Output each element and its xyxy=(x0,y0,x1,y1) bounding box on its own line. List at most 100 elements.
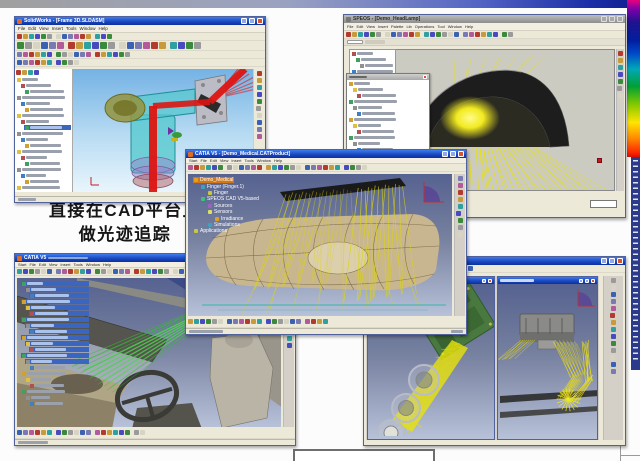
toolbar-icon[interactable] xyxy=(487,32,492,37)
menu-item-window[interactable]: Window xyxy=(257,158,271,163)
toolbar-icon[interactable] xyxy=(397,32,402,37)
toolbar-icon[interactable] xyxy=(41,34,46,39)
toolbar-icon[interactable] xyxy=(508,32,513,37)
spec-tree[interactable]: Demo_MedicalFinger (Finger.1)FingerSPEOS… xyxy=(193,177,260,235)
close-button[interactable] xyxy=(591,279,595,283)
toolbar-icon[interactable] xyxy=(186,42,193,49)
toolbar-icon[interactable] xyxy=(278,165,283,170)
toolbar-icon[interactable] xyxy=(456,211,461,216)
toolbar-icon[interactable] xyxy=(194,319,199,324)
tree-item[interactable] xyxy=(24,125,71,130)
right-tool-strip[interactable] xyxy=(454,174,465,316)
menu-item-view[interactable]: View xyxy=(366,24,375,29)
tree-item[interactable] xyxy=(24,107,71,112)
tree-item[interactable]: Applications xyxy=(193,228,228,234)
maximize-button[interactable] xyxy=(585,279,589,283)
menu-item-edit[interactable]: Edit xyxy=(356,24,363,29)
toolbar-icon[interactable] xyxy=(618,65,623,70)
tree-item[interactable] xyxy=(351,51,394,56)
menu-item-help[interactable]: Help xyxy=(465,24,473,29)
spec-tree[interactable] xyxy=(20,280,90,407)
toolbar-icon[interactable] xyxy=(415,32,420,37)
toolbar-icon[interactable] xyxy=(370,32,375,37)
toolbar-icon[interactable] xyxy=(47,34,52,39)
tree-item[interactable] xyxy=(348,99,428,104)
status-field[interactable] xyxy=(590,200,617,208)
toolbar-icon[interactable] xyxy=(610,355,615,360)
menu-item-tools[interactable]: Tools xyxy=(73,262,82,267)
toolbar-icon[interactable] xyxy=(611,348,616,353)
toolbar-icon[interactable] xyxy=(16,70,21,75)
close-icon[interactable] xyxy=(423,75,427,79)
toolbar-icon[interactable] xyxy=(68,60,73,65)
menu-item-edit[interactable]: Edit xyxy=(39,262,46,267)
toolbar-icon[interactable] xyxy=(41,269,46,274)
menu-item-window[interactable]: Window xyxy=(80,26,96,31)
viewport-side-toolbar[interactable] xyxy=(616,49,624,191)
toolbar-icon[interactable] xyxy=(134,269,139,274)
toolbar-icon[interactable] xyxy=(33,42,40,49)
tree-item[interactable] xyxy=(21,317,89,322)
toolbar-icon[interactable] xyxy=(364,32,369,37)
toolbar-icon[interactable] xyxy=(143,42,150,49)
toolbar-icon[interactable] xyxy=(611,327,616,332)
toolbar-icon[interactable] xyxy=(28,70,33,75)
toolbar-icon[interactable] xyxy=(409,32,414,37)
toolbar-icon[interactable] xyxy=(272,319,277,324)
child-titlebar[interactable] xyxy=(498,277,597,284)
menu-item-window[interactable]: Window xyxy=(86,262,100,267)
toolbar-icon[interactable] xyxy=(86,269,91,274)
toolbar-icon[interactable] xyxy=(125,430,130,435)
tree-item[interactable] xyxy=(348,117,428,122)
toolbar-icon[interactable] xyxy=(29,60,34,65)
menu-item-help[interactable]: Help xyxy=(274,158,282,163)
toolbar-icon[interactable] xyxy=(80,34,85,39)
toolbar-icon[interactable] xyxy=(95,52,100,57)
toolbar-icon[interactable] xyxy=(287,336,292,341)
toolbar-icon[interactable] xyxy=(62,52,67,57)
toolbar-icon[interactable] xyxy=(119,269,124,274)
toolbar-icon[interactable] xyxy=(56,52,61,57)
toolbar-icon[interactable] xyxy=(290,319,295,324)
toolbar-icon[interactable] xyxy=(350,165,355,170)
toolbar-icon[interactable] xyxy=(206,165,211,170)
toolbar-icon[interactable] xyxy=(611,341,616,346)
minimize-button[interactable] xyxy=(601,258,607,264)
menu-item-edit[interactable]: Edit xyxy=(210,158,217,163)
view-tab[interactable] xyxy=(365,40,385,44)
toolbar-icon[interactable] xyxy=(41,430,46,435)
toolbar-icon[interactable] xyxy=(151,42,158,49)
tree-item[interactable] xyxy=(29,401,89,406)
tree-item[interactable] xyxy=(21,281,89,286)
tree-item[interactable] xyxy=(29,347,89,352)
toolbar-icon[interactable] xyxy=(25,42,32,49)
menu-item-tool[interactable]: Tool xyxy=(437,24,444,29)
toolbar-icon[interactable] xyxy=(29,269,34,274)
toolbar-icon[interactable] xyxy=(458,204,463,209)
menu-item-palette[interactable]: Palette xyxy=(391,24,403,29)
toolbar-icon[interactable] xyxy=(57,42,64,49)
toolbar-icon[interactable] xyxy=(164,269,169,274)
toolbar-icon[interactable] xyxy=(188,319,193,324)
toolbar-icon[interactable] xyxy=(68,430,73,435)
toolbar-icon[interactable] xyxy=(227,319,232,324)
tree-item[interactable] xyxy=(21,353,89,358)
toolbar-icon[interactable] xyxy=(200,165,205,170)
toolbar-icon[interactable] xyxy=(17,42,24,49)
menu-item-file[interactable]: File xyxy=(29,262,35,267)
tree-item[interactable] xyxy=(29,293,89,298)
tree-item[interactable] xyxy=(20,119,71,124)
toolbar-icon[interactable] xyxy=(107,269,112,274)
close-button[interactable] xyxy=(617,258,623,264)
maximize-button[interactable] xyxy=(609,16,615,22)
toolbar-icon[interactable] xyxy=(29,52,34,57)
toolbar-icon[interactable] xyxy=(74,60,79,65)
toolbar-icon[interactable] xyxy=(41,52,46,57)
tree-item[interactable] xyxy=(355,57,394,62)
tree-item[interactable] xyxy=(16,95,71,100)
toolbar-icon[interactable] xyxy=(173,269,178,274)
tree-item[interactable] xyxy=(25,341,89,346)
maximize-button[interactable] xyxy=(482,279,486,283)
toolbar-icon[interactable] xyxy=(458,183,463,188)
toolbar-icon[interactable] xyxy=(74,269,79,274)
